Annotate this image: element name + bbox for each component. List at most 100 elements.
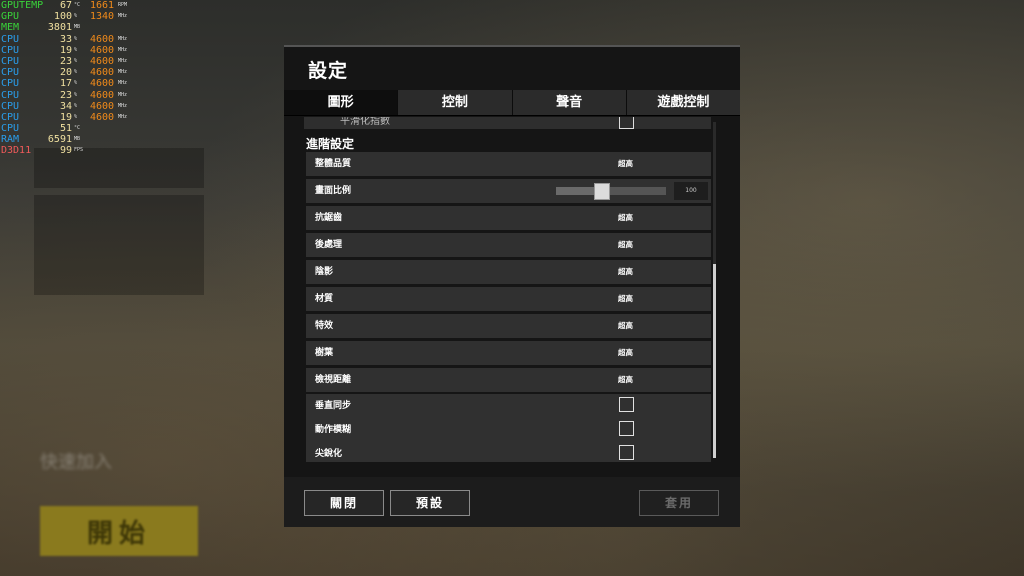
setting-label: 特效 [315, 321, 334, 331]
hud-row: GPU 100% 1340 MHz [0, 11, 140, 22]
hud-row: RAM 6591 MB [0, 134, 140, 145]
hud-value: 67 [59, 0, 72, 11]
close-button[interactable]: 關閉 [304, 490, 384, 516]
hud-unit-secondary: MHz [118, 35, 128, 42]
hud-value: 20 [59, 67, 72, 79]
hud-value: 100 [53, 11, 72, 23]
dialog-title: 設定 [308, 60, 349, 82]
setting-row-overall-quality[interactable]: 整體品質 超高 [306, 152, 711, 176]
hud-value: 19 [59, 44, 72, 56]
background-start-button: 開始 [40, 506, 198, 556]
hud-unit: % [74, 80, 78, 87]
hud-label: CPU [1, 111, 20, 123]
setting-row-effects[interactable]: 特效 超高 [306, 314, 711, 338]
hud-value: 23 [59, 55, 72, 67]
hud-unit: MB [74, 24, 81, 31]
settings-tabs: 圖形 控制 聲音 遊戲控制 [284, 90, 740, 116]
setting-label: 整體品質 [315, 159, 352, 169]
setting-label: 畫面比例 [315, 186, 352, 196]
default-button[interactable]: 預設 [390, 490, 470, 516]
hud-label: RAM [1, 134, 20, 146]
hud-unit: % [74, 102, 78, 109]
setting-value[interactable]: 超高 [618, 341, 633, 365]
setting-label: 動作模糊 [315, 425, 352, 435]
hud-label: GPUTEMP [1, 0, 44, 11]
tab-graphics[interactable]: 圖形 [284, 90, 399, 115]
setting-row-vsync[interactable]: 垂直同步 [306, 394, 711, 418]
hud-unit-secondary: MHz [118, 102, 128, 109]
setting-row-shadows[interactable]: 陰影 超高 [306, 260, 711, 284]
hud-label: CPU [1, 100, 20, 112]
setting-value[interactable]: 超高 [618, 287, 633, 311]
hud-unit-secondary: MHz [118, 13, 128, 20]
hud-unit: MB [74, 136, 81, 143]
scrollbar-thumb[interactable] [713, 264, 716, 458]
hud-unit-secondary: MHz [118, 80, 128, 87]
settings-content: 平滑化指數 進階設定 整體品質 超高 畫面比例 100 抗鋸齒 超高 後處理 超… [304, 117, 722, 462]
hud-row: MEM 3801 MB [0, 22, 140, 33]
hud-label: CPU [1, 33, 20, 45]
vsync-checkbox[interactable] [619, 397, 634, 412]
smoothing-label: 平滑化指數 [340, 117, 390, 127]
hud-label: CPU [1, 67, 20, 79]
hud-value-secondary: 4600 [90, 44, 115, 56]
hud-value-secondary: 4600 [90, 33, 115, 45]
hud-row: D3D11 99 FPS [0, 145, 140, 156]
slider-handle[interactable] [594, 183, 611, 200]
hud-value: 17 [59, 78, 72, 90]
hud-unit-secondary: MHz [118, 57, 128, 64]
setting-value[interactable]: 超高 [618, 368, 633, 392]
setting-row-view-distance[interactable]: 檢視距離 超高 [306, 368, 711, 392]
hud-row: CPU 51 °C [0, 123, 140, 134]
screen-scale-slider[interactable] [556, 183, 666, 200]
setting-row-antialiasing[interactable]: 抗鋸齒 超高 [306, 206, 711, 230]
setting-label: 抗鋸齒 [315, 213, 343, 223]
setting-value[interactable]: 超高 [618, 206, 633, 230]
smoothing-row: 平滑化指數 [304, 117, 711, 129]
smoothing-checkbox[interactable] [619, 117, 634, 129]
hud-unit: FPS [74, 147, 84, 154]
hud-unit-secondary: MHz [118, 113, 128, 120]
hud-unit: % [74, 13, 78, 20]
hud-value: 34 [59, 100, 72, 112]
setting-label: 垂直同步 [315, 401, 352, 411]
setting-value[interactable]: 超高 [618, 260, 633, 284]
hud-label: CPU [1, 89, 20, 101]
hud-label: CPU [1, 78, 20, 90]
setting-row-textures[interactable]: 材質 超高 [306, 287, 711, 311]
hud-label: CPU [1, 55, 20, 67]
setting-value[interactable]: 超高 [618, 314, 633, 338]
hud-unit: % [74, 91, 78, 98]
screen-scale-value-box[interactable]: 100 [674, 182, 708, 200]
hud-value-secondary: 4600 [90, 67, 115, 79]
section-title-advanced: 進階設定 [306, 137, 355, 151]
hud-unit: % [74, 57, 78, 64]
setting-label: 材質 [315, 294, 334, 304]
setting-row-sharpen[interactable]: 尖銳化 [306, 442, 711, 462]
hud-label: GPU [1, 11, 20, 23]
setting-row-motion-blur[interactable]: 動作模糊 [306, 418, 711, 442]
hud-value: 33 [59, 33, 72, 45]
hud-value: 6591 [47, 134, 72, 146]
settings-scrollbar[interactable] [713, 122, 716, 458]
hud-label: CPU [1, 44, 20, 56]
hud-row: CPU 20% 4600 MHz [0, 67, 140, 78]
setting-value[interactable]: 超高 [618, 233, 633, 257]
sharpen-checkbox[interactable] [619, 445, 634, 460]
tab-sound[interactable]: 聲音 [512, 90, 627, 115]
apply-button[interactable]: 套用 [639, 490, 719, 516]
setting-row-postprocess[interactable]: 後處理 超高 [306, 233, 711, 257]
hud-value-secondary: 4600 [90, 55, 115, 67]
hud-unit: % [74, 69, 78, 76]
background-name: 快速加入 [40, 452, 112, 473]
hud-value: 51 [59, 123, 72, 135]
motion-blur-checkbox[interactable] [619, 421, 634, 436]
hud-row: CPU 34% 4600 MHz [0, 101, 140, 112]
tab-gameplay[interactable]: 遊戲控制 [626, 90, 740, 115]
hud-value: 3801 [47, 22, 72, 34]
tab-controls[interactable]: 控制 [398, 90, 513, 115]
hud-row: CPU 23% 4600 MHz [0, 56, 140, 67]
hud-row: CPU 19% 4600 MHz [0, 112, 140, 123]
setting-value[interactable]: 超高 [618, 152, 633, 176]
setting-row-foliage[interactable]: 樹葉 超高 [306, 341, 711, 365]
